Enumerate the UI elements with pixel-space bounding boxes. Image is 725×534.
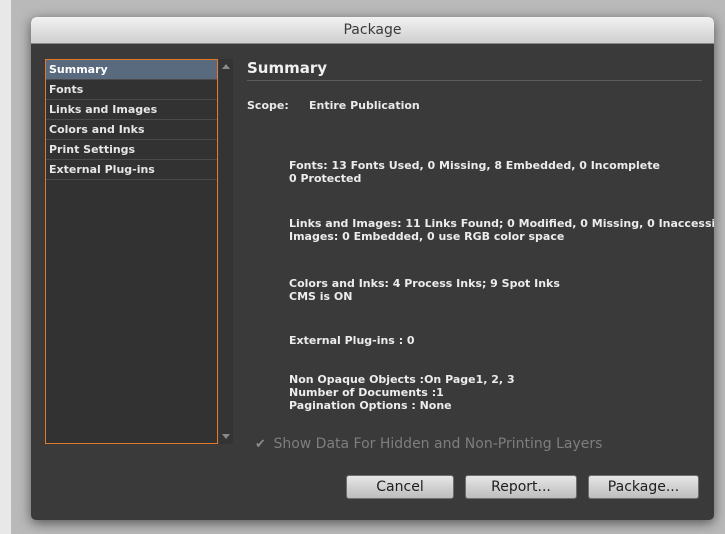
fonts-summary-line: Fonts: 13 Fonts Used, 0 Missing, 8 Embed…	[289, 159, 660, 172]
checkmark-icon: ✔	[255, 437, 266, 452]
dialog-title: Package	[31, 17, 714, 44]
scroll-up-icon[interactable]	[222, 64, 230, 69]
links-summary: Links and Images: 11 Links Found; 0 Modi…	[289, 217, 714, 243]
section-item-external-plug-ins[interactable]: External Plug-ins	[46, 160, 217, 180]
links-summary-line: Links and Images: 11 Links Found; 0 Modi…	[289, 217, 714, 230]
hidden-layers-label: Show Data For Hidden and Non-Printing La…	[273, 436, 603, 452]
summary-panel: Summary Scope: Entire Publication Fonts:…	[247, 59, 714, 459]
colors-summary-line: CMS is ON	[289, 290, 353, 303]
documents-line: Number of Documents :1	[289, 386, 444, 399]
scope-value: Entire Publication	[309, 99, 420, 112]
section-item-links-and-images[interactable]: Links and Images	[46, 100, 217, 120]
report-button[interactable]: Report...	[465, 475, 577, 499]
colors-summary: Colors and Inks: 4 Process Inks; 9 Spot …	[289, 277, 560, 303]
section-item-fonts[interactable]: Fonts	[46, 80, 217, 100]
section-list: Summary Fonts Links and Images Colors an…	[45, 59, 218, 444]
list-scrollbar[interactable]	[219, 59, 233, 444]
cancel-button[interactable]: Cancel	[346, 475, 454, 499]
package-button[interactable]: Package...	[588, 475, 699, 499]
section-item-summary[interactable]: Summary	[46, 60, 217, 80]
plugins-summary: External Plug-ins : 0	[289, 334, 415, 347]
fonts-summary: Fonts: 13 Fonts Used, 0 Missing, 8 Embed…	[289, 159, 660, 185]
plugins-summary-line: External Plug-ins : 0	[289, 334, 415, 347]
section-item-print-settings[interactable]: Print Settings	[46, 140, 217, 160]
section-item-colors-and-inks[interactable]: Colors and Inks	[46, 120, 217, 140]
hidden-layers-checkbox[interactable]: ✔ Show Data For Hidden and Non-Printing …	[255, 436, 602, 452]
summary-heading: Summary	[247, 59, 702, 81]
links-summary-line: Images: 0 Embedded, 0 use RGB color spac…	[289, 230, 565, 243]
pagination-line: Pagination Options : None	[289, 399, 452, 412]
package-dialog: Package Summary Fonts Links and Images C…	[31, 17, 714, 520]
scroll-down-icon[interactable]	[222, 434, 230, 439]
colors-summary-line: Colors and Inks: 4 Process Inks; 9 Spot …	[289, 277, 560, 290]
scope-label: Scope:	[247, 99, 289, 112]
nonopaque-line: Non Opaque Objects :On Page1, 2, 3	[289, 373, 515, 386]
fonts-summary-line: 0 Protected	[289, 172, 362, 185]
document-summary: Non Opaque Objects :On Page1, 2, 3 Numbe…	[289, 373, 515, 412]
